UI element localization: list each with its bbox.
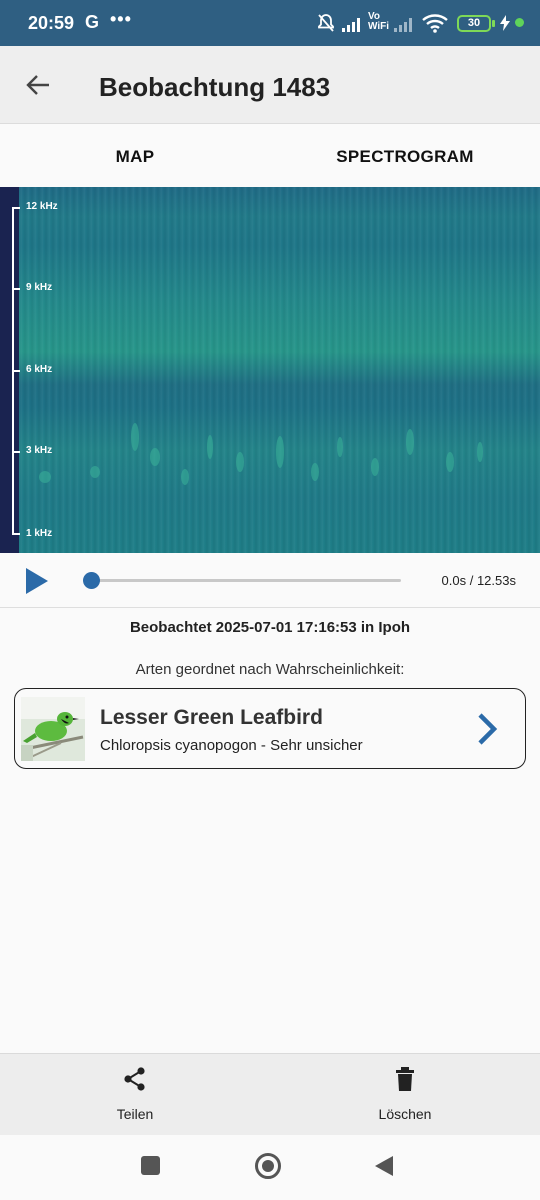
species-scientific-name: Chloropsis cyanopogon - Sehr unsicher [100,737,363,754]
play-icon [26,568,48,594]
nav-back-icon[interactable] [374,1155,394,1177]
wifi-icon [422,14,448,33]
axis-label-1khz: 1 kHz [26,528,53,539]
charging-icon [500,15,510,31]
page-title: Beobachtung 1483 [99,72,331,102]
more-notifications-icon: ••• [110,9,132,29]
tab-spectrogram[interactable]: SPECTROGRAM [270,125,540,187]
axis-label-12khz: 12 kHz [26,201,58,212]
privacy-dot [515,18,524,27]
tab-bar: MAP SPECTROGRAM [0,125,540,187]
spectrogram-calls [39,423,483,485]
home-button[interactable] [255,1153,281,1179]
seek-thumb[interactable] [82,572,100,589]
signal-icon [342,18,360,32]
chevron-right-icon [478,713,498,745]
share-icon [124,1067,145,1091]
battery-tip [492,20,495,27]
g-icon: G [85,12,100,32]
vowifi-label: Vo WiFi [368,11,390,32]
spectrogram[interactable]: 12 kHz 9 kHz 6 kHz 3 kHz 1 kHz [0,187,540,553]
share-button[interactable]: Teilen [0,1054,270,1136]
axis-tick [12,207,20,209]
home-icon [262,1160,274,1172]
status-time: 20:59 [28,13,75,33]
audio-player: 0.0s / 12.53s [0,553,540,608]
axis-tick [12,370,20,372]
play-button[interactable] [24,567,52,595]
tab-map[interactable]: MAP [0,125,270,187]
axis-label-9khz: 9 kHz [26,282,53,293]
back-button[interactable] [18,64,60,106]
delete-button[interactable]: Löschen [270,1054,540,1136]
species-heading: Arten geordnet nach Wahrscheinlichkeit: [135,661,405,678]
action-bar: Teilen Löschen [0,1053,540,1135]
species-common-name: Lesser Green Leafbird [100,706,323,729]
signal-off-icon [394,18,412,32]
axis-label-6khz: 6 kHz [26,364,53,375]
species-card[interactable]: Lesser Green Leafbird Chloropsis cyanopo… [14,688,526,769]
axis-label-3khz: 3 kHz [26,445,53,456]
playback-time: 0.0s / 12.53s [441,573,516,588]
app-bar: Beobachtung 1483 [0,46,540,124]
axis-tick [12,533,20,535]
axis-tick [12,451,20,453]
bird-thumbnail [21,697,85,761]
seek-track[interactable] [91,579,401,582]
share-label: Teilen [116,1106,154,1122]
status-icons: Vo WiFi 30 [310,0,540,46]
recent-apps-button[interactable] [141,1156,160,1175]
status-bar: 20:59 G ••• Vo WiFi 30 [0,0,540,46]
observed-text: Beobachtet 2025-07-01 17:16:53 in Ipoh [129,619,411,636]
trash-icon [396,1067,414,1091]
battery-icon: 30 [457,15,491,32]
delete-label: Löschen [378,1106,432,1122]
axis-tick [12,288,20,290]
arrow-left-icon [26,75,49,95]
system-nav-bar [0,1135,540,1200]
mute-bell-icon [318,14,334,32]
